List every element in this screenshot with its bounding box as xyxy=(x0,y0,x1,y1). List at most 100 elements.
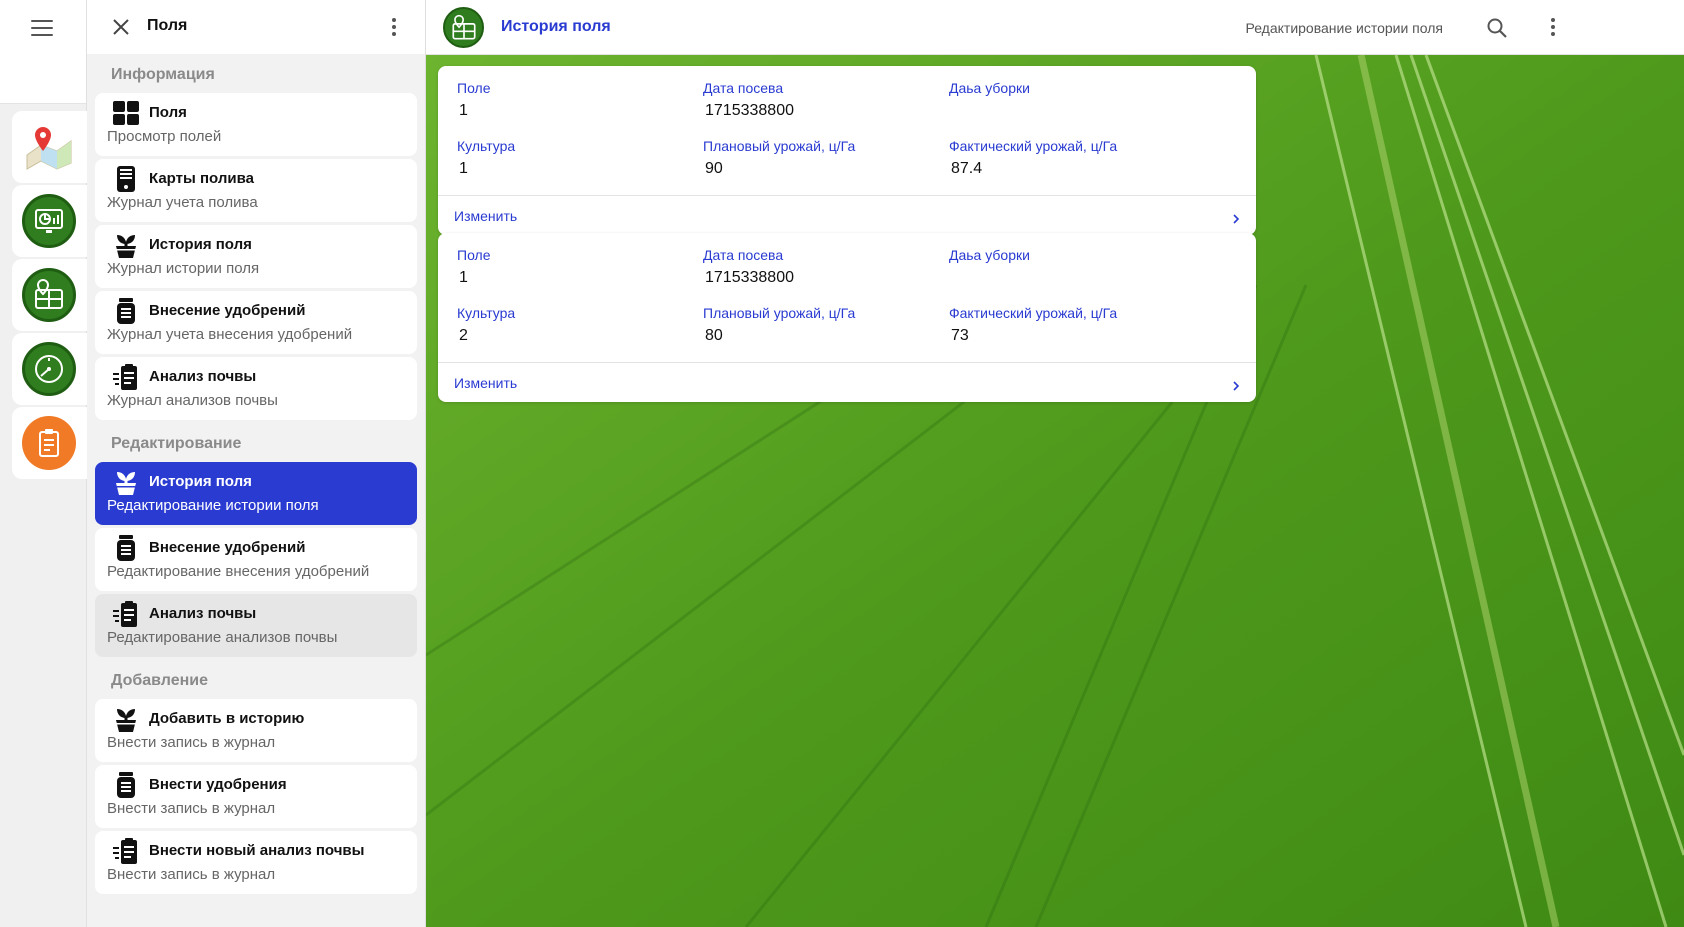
crop-label: Культура xyxy=(457,305,516,321)
nav-item-subtitle: Журнал анализов почвы xyxy=(107,392,278,409)
edit-record-button[interactable]: Изменить xyxy=(438,195,1256,235)
actual-yield: Фактический урожай, ц/Га 73 xyxy=(949,305,1117,345)
planned-yield-label: Плановый урожай, ц/Га xyxy=(703,305,856,321)
nav-item-add-fertilizer[interactable]: Внести удобрения Внести запись в журнал xyxy=(95,765,417,828)
crop-value: 2 xyxy=(459,327,468,344)
harvest-date: Даьа уборки xyxy=(949,80,1030,102)
nav-drawer: Поля Информация Поля Просмотр полей Карт… xyxy=(87,0,426,927)
edit-link-label: Изменить xyxy=(454,375,518,391)
nav-item-subtitle: Редактирование истории поля xyxy=(107,497,319,514)
rail-app-list xyxy=(12,111,87,481)
nav-item-edit-fertilizer[interactable]: Внесение удобрений Редактирование внесен… xyxy=(95,528,417,591)
record-fields: Поле 1 Дата посева 1715338800 Даьа уборк… xyxy=(438,66,1256,195)
nav-item-add-soil-analysis[interactable]: Внести новый анализ почвы Внести запись … xyxy=(95,831,417,894)
crop-label: Культура xyxy=(457,138,516,154)
sow-date-value: 1715338800 xyxy=(705,269,794,286)
rail-app-maps[interactable] xyxy=(12,111,87,183)
harvest-date-label: Даьа уборки xyxy=(949,247,1030,263)
rail-app-fields[interactable] xyxy=(12,259,87,331)
sow-date-label: Дата посева xyxy=(703,247,784,263)
clipboard-analysis-icon xyxy=(112,837,140,865)
fertilizer-jar-icon xyxy=(112,297,140,325)
nav-item-irrigation-maps[interactable]: Карты полива Журнал учета полива xyxy=(95,159,417,222)
rail-header xyxy=(0,0,86,104)
nav-item-subtitle: Редактирование анализов почвы xyxy=(107,629,338,646)
nav-item-add-history[interactable]: Добавить в историю Внести запись в журна… xyxy=(95,699,417,762)
edit-record-button[interactable]: Изменить xyxy=(438,362,1256,402)
nav-item-subtitle: Внести запись в журнал xyxy=(107,866,276,883)
clipboard-analysis-icon xyxy=(112,363,140,391)
menu-icon[interactable] xyxy=(31,20,53,38)
nav-item-title: История поля xyxy=(149,473,252,490)
record-fields: Поле 1 Дата посева 1715338800 Даьа уборк… xyxy=(438,233,1256,362)
planned-yield-value: 90 xyxy=(705,160,723,177)
harvest-date-label: Даьа уборки xyxy=(949,80,1030,96)
section-label-editing: Редактирование xyxy=(111,435,242,452)
crop: Культура 2 xyxy=(457,305,515,345)
section-label-info: Информация xyxy=(111,66,215,83)
actual-yield-value: 73 xyxy=(951,327,969,344)
nav-item-subtitle: Редактирование внесения удобрений xyxy=(107,563,370,580)
top-app-bar: История поля Редактирование истории поля xyxy=(426,0,1684,55)
field-label: Поле xyxy=(457,80,491,96)
plant-pot-icon xyxy=(112,705,140,733)
clipboard-analysis-icon xyxy=(112,600,140,628)
drawer-title: Поля xyxy=(147,17,188,34)
nav-item-fertilizer[interactable]: Внесение удобрений Журнал учета внесения… xyxy=(95,291,417,354)
more-vert-icon[interactable] xyxy=(1551,18,1555,39)
actual-yield-label: Фактический урожай, ц/Га xyxy=(949,138,1118,154)
nav-item-edit-soil-analysis[interactable]: Анализ почвы Редактирование анализов поч… xyxy=(95,594,417,657)
nav-item-edit-field-history[interactable]: История поля Редактирование истории поля xyxy=(95,462,417,525)
nav-item-soil-analysis[interactable]: Анализ почвы Журнал анализов почвы xyxy=(95,357,417,420)
drawer-header: Поля xyxy=(87,0,425,54)
field-value: 1 xyxy=(459,102,468,119)
nav-item-title: Карты полива xyxy=(149,170,254,187)
actual-yield-value: 87.4 xyxy=(951,160,983,177)
fertilizer-jar-icon xyxy=(112,534,140,562)
sow-date: Дата посева 1715338800 xyxy=(703,247,794,287)
nav-item-subtitle: Журнал учета внесения удобрений xyxy=(107,326,353,343)
chevron-right-icon xyxy=(1232,378,1240,391)
planned-yield-value: 80 xyxy=(705,327,723,344)
field-number: Поле 1 xyxy=(457,247,491,287)
search-icon[interactable] xyxy=(1486,17,1508,39)
more-vert-icon[interactable] xyxy=(392,18,396,39)
nav-item-title: Внести новый анализ почвы xyxy=(149,842,365,859)
rail-app-reports[interactable] xyxy=(12,407,87,479)
nav-item-subtitle: Внести запись в журнал xyxy=(107,800,276,817)
close-icon[interactable] xyxy=(111,17,131,37)
rail-app-analytics[interactable] xyxy=(12,185,87,257)
field-map-icon xyxy=(22,268,76,322)
chevron-right-icon xyxy=(1232,211,1240,224)
actual-yield: Фактический урожай, ц/Га 87.4 xyxy=(949,138,1117,178)
nav-item-title: Внесение удобрений xyxy=(149,302,306,319)
field-number: Поле 1 xyxy=(457,80,491,120)
planned-yield: Плановый урожай, ц/Га 90 xyxy=(703,138,855,178)
field-label: Поле xyxy=(457,247,491,263)
grid-icon xyxy=(112,99,140,127)
history-record-card: Поле 1 Дата посева 1715338800 Даьа уборк… xyxy=(438,66,1256,235)
planned-yield: Плановый урожай, ц/Га 80 xyxy=(703,305,855,345)
nav-item-subtitle: Просмотр полей xyxy=(107,128,222,145)
crop-value: 1 xyxy=(459,160,468,177)
sow-date: Дата посева 1715338800 xyxy=(703,80,794,120)
section-label-adding: Добавление xyxy=(111,672,209,689)
nav-item-subtitle: Журнал истории поля xyxy=(107,260,260,277)
nav-item-field-history[interactable]: История поля Журнал истории поля xyxy=(95,225,417,288)
actual-yield-label: Фактический урожай, ц/Га xyxy=(949,305,1118,321)
harvest-date: Даьа уборки xyxy=(949,247,1030,269)
sow-date-label: Дата посева xyxy=(703,80,784,96)
nav-item-title: Добавить в историю xyxy=(149,710,305,727)
rail-app-gauge[interactable] xyxy=(12,333,87,405)
monitor-chart-icon xyxy=(22,194,76,248)
plant-pot-icon xyxy=(112,231,140,259)
nav-item-title: Внести удобрения xyxy=(149,776,287,793)
map-pin-icon xyxy=(22,120,76,174)
nav-item-fields[interactable]: Поля Просмотр полей xyxy=(95,93,417,156)
field-value: 1 xyxy=(459,269,468,286)
field-map-icon xyxy=(443,7,484,48)
nav-item-title: Поля xyxy=(149,104,187,121)
page-subtitle: Редактирование истории поля xyxy=(1245,20,1443,36)
gauge-icon xyxy=(22,342,76,396)
nav-item-subtitle: Журнал учета полива xyxy=(107,194,258,211)
